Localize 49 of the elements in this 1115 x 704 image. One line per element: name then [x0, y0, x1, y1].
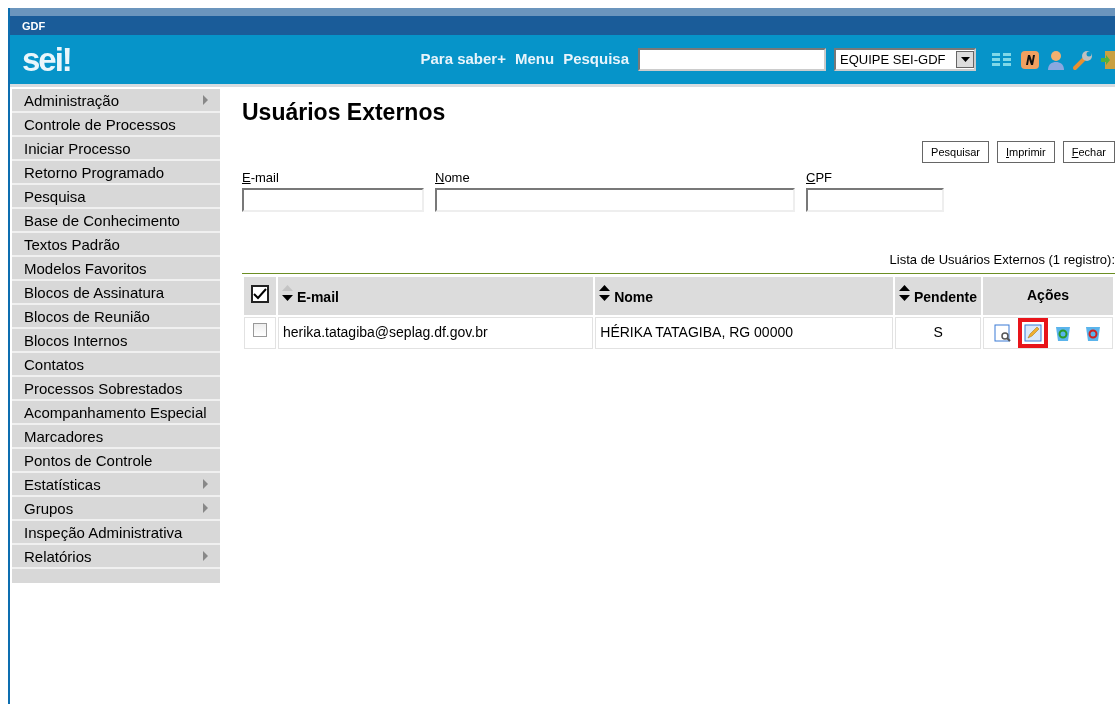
- sidebar-item[interactable]: Blocos Internos: [12, 329, 220, 353]
- table-cell: S: [895, 316, 981, 349]
- sidebar-item[interactable]: Administração: [12, 89, 220, 113]
- sidebar-item[interactable]: Marcadores: [12, 425, 220, 449]
- field-label: Nome: [435, 169, 470, 188]
- search-field[interactable]: [638, 48, 826, 71]
- sidebar-item[interactable]: Acompanhamento Especial: [12, 401, 220, 425]
- select-all-checkbox[interactable]: [251, 285, 269, 304]
- sidebar-item[interactable]: Pontos de Controle: [12, 449, 220, 473]
- unit-select[interactable]: EQUIPE SEI-GDF: [834, 48, 976, 71]
- page-title: Usuários Externos: [242, 99, 447, 127]
- sidebar-item[interactable]: Estatísticas: [12, 473, 220, 497]
- field-label: E-mail: [242, 169, 279, 188]
- table-cell: HÉRIKA TATAGIBA, RG 00000: [595, 316, 894, 349]
- sidebar-item[interactable]: Pesquisa: [12, 185, 220, 209]
- action-button[interactable]: Fechar: [1062, 140, 1115, 164]
- sidebar-item[interactable]: Processos Sobrestados: [12, 377, 220, 401]
- column-header[interactable]: E-mail: [278, 276, 594, 315]
- input-field[interactable]: [435, 188, 795, 213]
- note-icon[interactable]: [1020, 49, 1040, 70]
- input-field[interactable]: [242, 188, 424, 213]
- column-header[interactable]: Nome: [595, 276, 894, 315]
- column-header: Ações: [983, 276, 1113, 315]
- sidebar-item[interactable]: Blocos de Reunião: [12, 305, 220, 329]
- sidebar-item[interactable]: Inspeção Administrativa: [12, 521, 220, 545]
- sidebar-item[interactable]: Controle de Processos: [12, 113, 220, 137]
- action-button[interactable]: Imprimir: [997, 140, 1055, 164]
- view-document-icon[interactable]: [994, 323, 1012, 342]
- input-field[interactable]: [806, 188, 944, 213]
- list-caption: Lista de Usuários Externos (1 registro):: [242, 250, 1115, 274]
- sidebar-item[interactable]: Blocos de Assinatura: [12, 281, 220, 305]
- organization-label: GDF: [22, 20, 46, 32]
- sidebar-item[interactable]: Iniciar Processo: [12, 137, 220, 161]
- sort-icon[interactable]: [599, 283, 611, 302]
- column-header[interactable]: Pendente: [895, 276, 981, 315]
- sidebar-item[interactable]: Base de Conhecimento: [12, 209, 220, 233]
- pencil-icon[interactable]: [1024, 323, 1042, 342]
- sidebar-item[interactable]: Retorno Programado: [12, 161, 220, 185]
- action-button[interactable]: Pesquisar: [922, 140, 989, 164]
- sort-icon[interactable]: [899, 283, 911, 302]
- field-label: CPF: [806, 169, 832, 188]
- sidebar-item[interactable]: Contatos: [12, 353, 220, 377]
- sidebar-item[interactable]: Relatórios: [12, 545, 220, 569]
- sidebar-item[interactable]: Textos Padrão: [12, 233, 220, 257]
- sidebar-item[interactable]: Modelos Favoritos: [12, 257, 220, 281]
- table-cell: herika.tatagiba@seplag.df.gov.br: [278, 316, 594, 349]
- sort-icon[interactable]: [282, 283, 293, 302]
- sidebar-item[interactable]: Grupos: [12, 497, 220, 521]
- row-checkbox[interactable]: [253, 323, 267, 338]
